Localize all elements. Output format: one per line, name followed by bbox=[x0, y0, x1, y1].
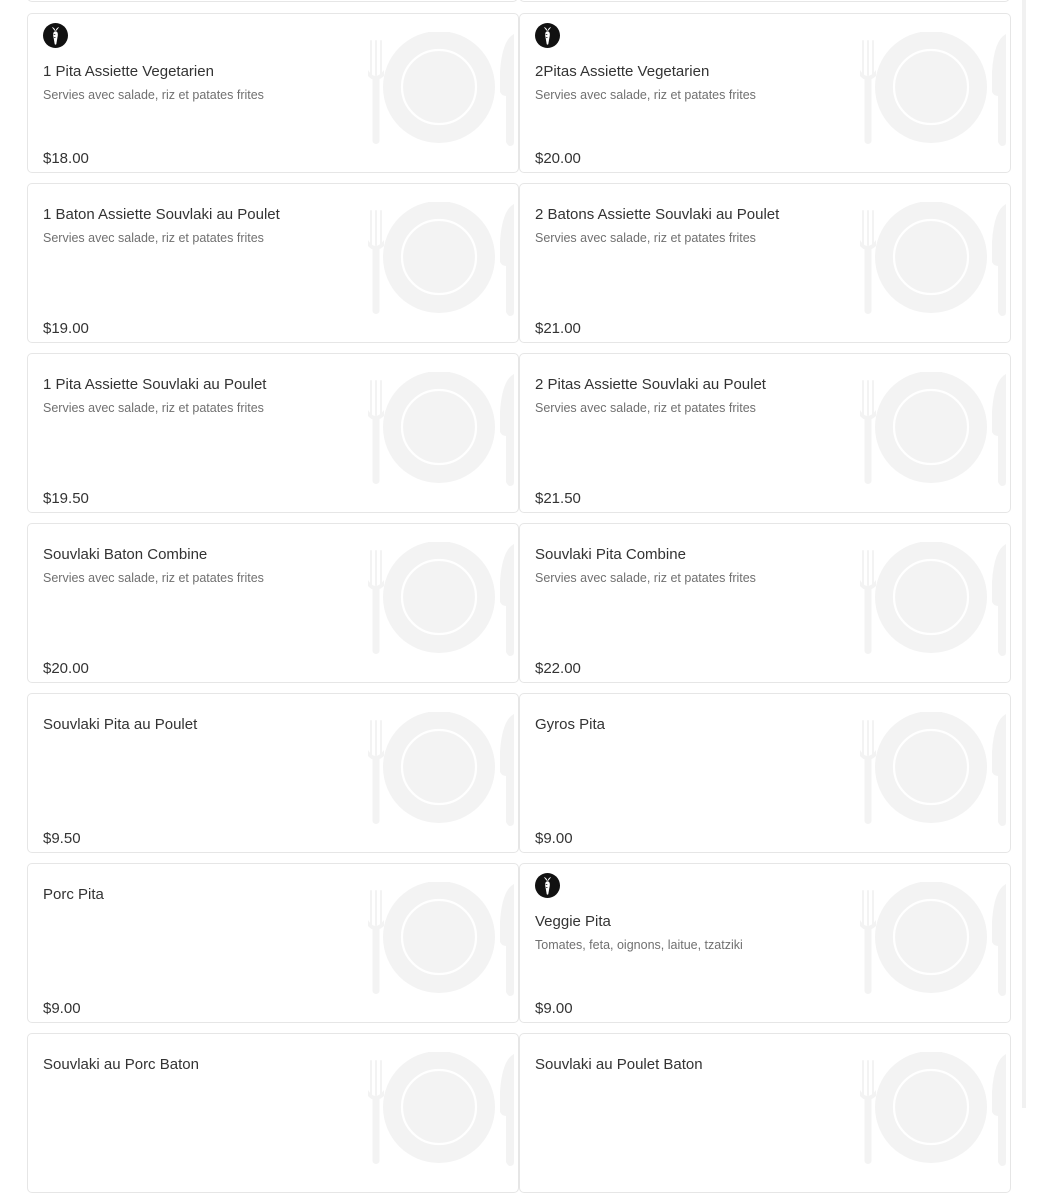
menu-item-card[interactable]: Veggie Pita Tomates, feta, oignons, lait… bbox=[519, 863, 1011, 1023]
menu-item-name: Gyros Pita bbox=[535, 716, 606, 733]
scrollbar-track[interactable] bbox=[1022, 0, 1026, 1108]
menu-item-description: Servies avec salade, riz et patates frit… bbox=[43, 571, 264, 585]
plate-fork-knife-icon bbox=[860, 882, 1006, 996]
menu-item-card[interactable]: 1 Pita Assiette Vegetarien Servies avec … bbox=[27, 13, 519, 173]
menu-item-price: $20.00 bbox=[535, 150, 581, 167]
menu-item-description: Servies avec salade, riz et patates frit… bbox=[535, 88, 756, 102]
menu-item-description: Servies avec salade, riz et patates frit… bbox=[535, 401, 756, 415]
menu-item-name: Souvlaki Pita au Poulet bbox=[43, 716, 198, 733]
menu-item-card[interactable]: Souvlaki Baton Combine Servies avec sala… bbox=[27, 523, 519, 683]
menu-item-name: Veggie Pita bbox=[535, 913, 611, 930]
plate-fork-knife-icon bbox=[860, 712, 1006, 826]
menu-item-price: $20.00 bbox=[43, 660, 89, 677]
menu-item-card[interactable]: Souvlaki au Porc Baton bbox=[27, 1033, 519, 1193]
menu-item-description: Servies avec salade, riz et patates frit… bbox=[43, 401, 264, 415]
menu-item-description: Tomates, feta, oignons, laitue, tzatziki bbox=[535, 938, 743, 952]
menu-item-card[interactable]: 1 Pita Assiette Souvlaki au Poulet Servi… bbox=[27, 353, 519, 513]
menu-item-price: $9.00 bbox=[535, 830, 573, 847]
plate-fork-knife-icon bbox=[860, 202, 1006, 316]
menu-item-name: 2 Batons Assiette Souvlaki au Poulet bbox=[535, 206, 780, 223]
menu-item-card[interactable]: 2Pitas Assiette Vegetarien Servies avec … bbox=[519, 13, 1011, 173]
plate-fork-knife-icon bbox=[860, 542, 1006, 656]
menu-item-description: Servies avec salade, riz et patates frit… bbox=[43, 88, 264, 102]
menu-item-card[interactable]: Porc Pita $9.00 bbox=[27, 863, 519, 1023]
menu-item-name: 1 Pita Assiette Souvlaki au Poulet bbox=[43, 376, 267, 393]
menu-item-price: $18.00 bbox=[43, 150, 89, 167]
menu-item-description: Servies avec salade, riz et patates frit… bbox=[535, 571, 756, 585]
menu-item-card[interactable]: Souvlaki Pita au Poulet $9.50 bbox=[27, 693, 519, 853]
menu-item-name: Souvlaki Pita Combine bbox=[535, 546, 686, 563]
menu-item-name: Souvlaki Baton Combine bbox=[43, 546, 208, 563]
menu-item-name: 1 Baton Assiette Souvlaki au Poulet bbox=[43, 206, 280, 223]
plate-fork-knife-icon bbox=[368, 882, 514, 996]
vegetarian-carrot-icon bbox=[535, 23, 560, 48]
plate-fork-knife-icon bbox=[368, 372, 514, 486]
menu-item-price: $21.00 bbox=[535, 320, 581, 337]
menu-item-price: $22.00 bbox=[535, 660, 581, 677]
menu-item-price: $9.50 bbox=[43, 830, 81, 847]
plate-fork-knife-icon bbox=[860, 1052, 1006, 1166]
plate-fork-knife-icon bbox=[368, 712, 514, 826]
menu-item-price: $9.00 bbox=[43, 1000, 81, 1017]
menu-item-price: $19.00 bbox=[43, 320, 89, 337]
menu-item-card[interactable]: 1 Baton Assiette Souvlaki au Poulet Serv… bbox=[27, 183, 519, 343]
menu-item-name: Souvlaki au Porc Baton bbox=[43, 1056, 199, 1073]
menu-item-name: 1 Pita Assiette Vegetarien bbox=[43, 63, 214, 80]
menu-item-name: 2 Pitas Assiette Souvlaki au Poulet bbox=[535, 376, 766, 393]
menu-item-card[interactable]: 2 Pitas Assiette Souvlaki au Poulet Serv… bbox=[519, 353, 1011, 513]
vegetarian-carrot-icon bbox=[43, 23, 68, 48]
plate-fork-knife-icon bbox=[860, 372, 1006, 486]
menu-item-name: Porc Pita bbox=[43, 886, 104, 903]
menu-item-card[interactable]: Souvlaki Pita Combine Servies avec salad… bbox=[519, 523, 1011, 683]
plate-fork-knife-icon bbox=[860, 32, 1006, 146]
plate-fork-knife-icon bbox=[368, 1052, 514, 1166]
menu-item-description: Servies avec salade, riz et patates frit… bbox=[43, 231, 264, 245]
menu-item-card[interactable]: Gyros Pita $9.00 bbox=[519, 693, 1011, 853]
plate-fork-knife-icon bbox=[368, 202, 514, 316]
plate-fork-knife-icon bbox=[368, 542, 514, 656]
menu-item-card[interactable]: 2 Batons Assiette Souvlaki au Poulet Ser… bbox=[519, 183, 1011, 343]
menu-item-card[interactable] bbox=[27, 0, 518, 2]
plate-fork-knife-icon bbox=[368, 32, 514, 146]
menu-item-price: $9.00 bbox=[535, 1000, 573, 1017]
menu-item-card[interactable] bbox=[519, 0, 1010, 2]
menu-item-name: Souvlaki au Poulet Baton bbox=[535, 1056, 703, 1073]
menu-item-price: $21.50 bbox=[535, 490, 581, 507]
menu-item-price: $19.50 bbox=[43, 490, 89, 507]
menu-item-card[interactable]: Souvlaki au Poulet Baton bbox=[519, 1033, 1011, 1193]
menu-item-description: Servies avec salade, riz et patates frit… bbox=[535, 231, 756, 245]
previous-row bbox=[27, 0, 1011, 2]
menu-item-name: 2Pitas Assiette Vegetarien bbox=[535, 63, 710, 80]
vegetarian-carrot-icon bbox=[535, 873, 560, 898]
